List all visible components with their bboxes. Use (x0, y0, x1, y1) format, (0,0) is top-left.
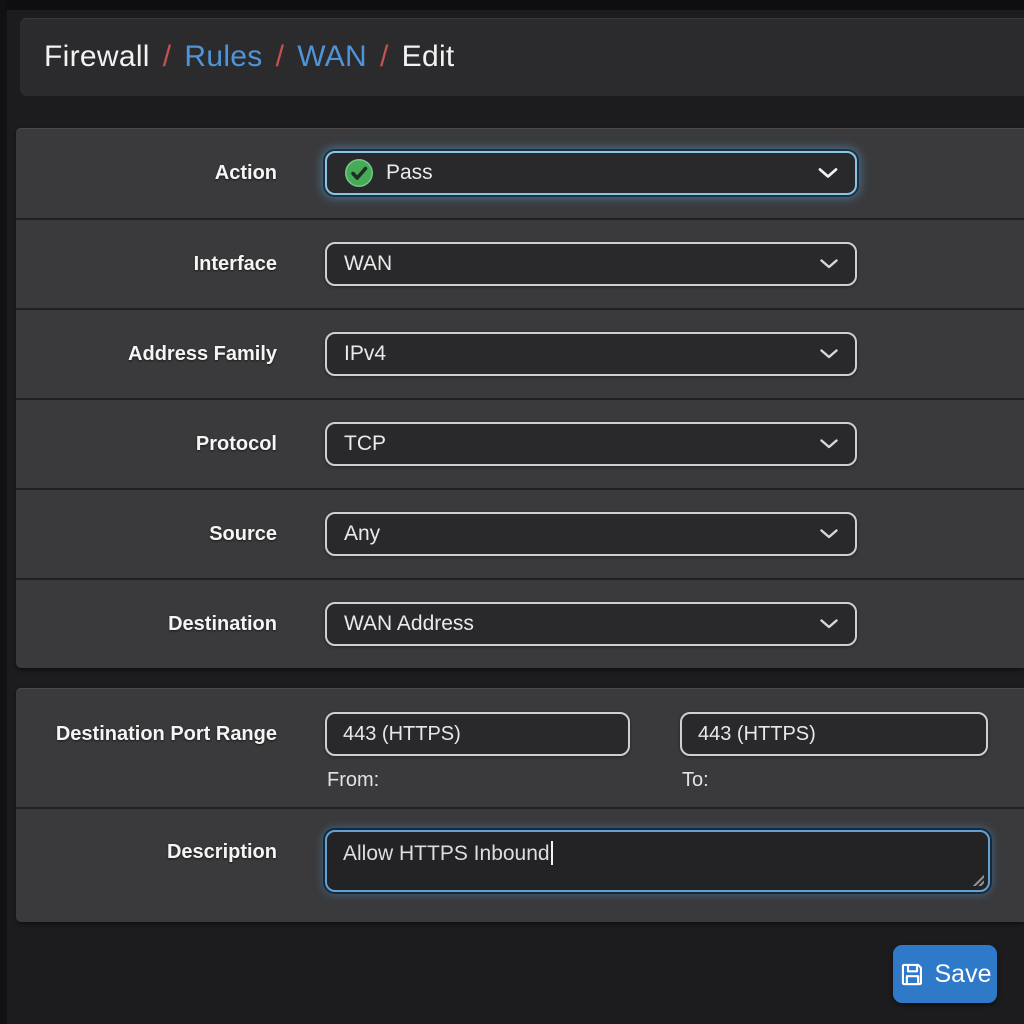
form-row-protocol: Protocol TCP (16, 398, 1024, 488)
chevron-down-icon (820, 349, 838, 359)
rule-settings-panel: Action Pass I (16, 128, 1024, 668)
chevron-down-icon (820, 619, 838, 629)
port-description-panel: Destination Port Range 443 (HTTPS) From:… (16, 688, 1024, 922)
action-select-value: Pass (386, 161, 433, 185)
description-textarea[interactable]: Allow HTTPS Inbound (325, 830, 990, 892)
check-circle-icon (344, 158, 374, 188)
chevron-down-icon (820, 439, 838, 449)
form-row-destination: Destination WAN Address (16, 578, 1024, 668)
breadcrumb-separator: / (380, 40, 389, 74)
port-from-caption: From: (325, 769, 630, 792)
address-family-label: Address Family (16, 343, 277, 366)
interface-select-value: WAN (344, 252, 392, 276)
action-select[interactable]: Pass (325, 151, 857, 195)
interface-select[interactable]: WAN (325, 242, 857, 286)
form-row-interface: Interface WAN (16, 218, 1024, 308)
floppy-disk-icon (899, 961, 926, 988)
source-select-value: Any (344, 522, 380, 546)
description-label: Description (16, 830, 277, 874)
form-row-source: Source Any (16, 488, 1024, 578)
port-to-caption: To: (680, 769, 988, 792)
protocol-select-value: TCP (344, 432, 386, 456)
breadcrumb-item-rules[interactable]: Rules (184, 40, 262, 74)
text-caret (551, 841, 553, 865)
breadcrumb: Firewall / Rules / WAN / Edit (20, 18, 1024, 96)
description-value: Allow HTTPS Inbound (343, 842, 550, 865)
chevron-down-icon (820, 259, 838, 269)
port-from-input[interactable]: 443 (HTTPS) (325, 712, 630, 756)
chevron-down-icon (818, 168, 838, 179)
form-row-address-family: Address Family IPv4 (16, 308, 1024, 398)
destination-label: Destination (16, 613, 277, 636)
destination-select[interactable]: WAN Address (325, 602, 857, 646)
chevron-down-icon (820, 529, 838, 539)
protocol-select[interactable]: TCP (325, 422, 857, 466)
form-row-destination-port-range: Destination Port Range 443 (HTTPS) From:… (16, 688, 1024, 807)
interface-label: Interface (16, 253, 277, 276)
source-select[interactable]: Any (325, 512, 857, 556)
breadcrumb-item-edit: Edit (402, 40, 455, 74)
port-to-value: 443 (HTTPS) (698, 723, 816, 746)
form-row-action: Action Pass (16, 128, 1024, 218)
address-family-select-value: IPv4 (344, 342, 386, 366)
breadcrumb-separator: / (276, 40, 285, 74)
breadcrumb-item-wan[interactable]: WAN (297, 40, 367, 74)
breadcrumb-separator: / (163, 40, 172, 74)
port-to-input[interactable]: 443 (HTTPS) (680, 712, 988, 756)
save-button[interactable]: Save (893, 945, 997, 1003)
save-button-label: Save (935, 960, 992, 989)
destination-select-value: WAN Address (344, 612, 474, 636)
address-family-select[interactable]: IPv4 (325, 332, 857, 376)
destination-port-range-label: Destination Port Range (16, 712, 277, 756)
port-from-value: 443 (HTTPS) (343, 723, 461, 746)
source-label: Source (16, 523, 277, 546)
firewall-rule-edit-page: Firewall / Rules / WAN / Edit Action (0, 0, 1024, 1024)
protocol-label: Protocol (16, 433, 277, 456)
form-row-description: Description Allow HTTPS Inbound (16, 807, 1024, 920)
breadcrumb-item-firewall: Firewall (44, 40, 150, 74)
action-label: Action (16, 162, 277, 185)
resize-grip-icon[interactable] (970, 872, 984, 886)
